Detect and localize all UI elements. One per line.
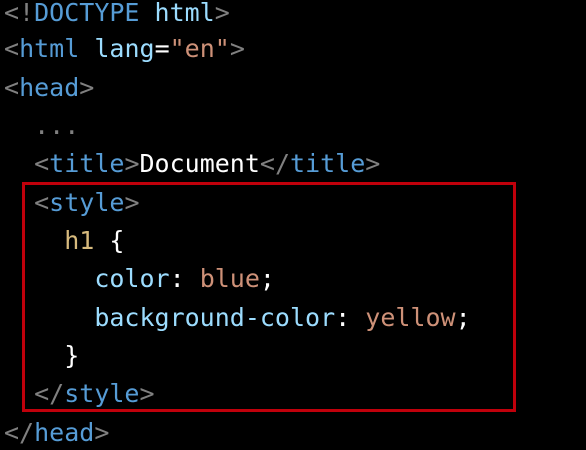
- title-tag-name: title: [49, 149, 125, 178]
- head-open-bracket: <: [4, 73, 20, 102]
- head-end-open-bracket: </: [4, 418, 35, 447]
- html-close-bracket: >: [229, 34, 245, 63]
- doctype-name: html: [154, 0, 215, 27]
- html-tag-name: html: [19, 34, 80, 63]
- head-tag-name: head: [19, 73, 80, 102]
- doctype-close: >: [214, 0, 230, 27]
- html-lang-value: "en": [169, 34, 230, 63]
- doctype-open: <!: [4, 0, 35, 27]
- code-line-ellipsis: ...: [4, 107, 79, 145]
- code-line-head-open: <head>: [4, 69, 94, 107]
- code-line-head-close: </head>: [4, 414, 109, 450]
- title-end-tag-name: title: [290, 149, 366, 178]
- title-open-bracket: <: [34, 149, 50, 178]
- head-end-tag-name: head: [34, 418, 95, 447]
- code-line-title: <title>Document</title>: [4, 145, 380, 183]
- html-open-bracket: <: [4, 34, 20, 63]
- head-end-close-bracket: >: [94, 418, 110, 447]
- title-open-close-bracket: >: [124, 149, 140, 178]
- title-end-open-bracket: </: [259, 149, 291, 178]
- code-editor[interactable]: <!DOCTYPE html> <html lang="en"> <head> …: [0, 0, 586, 450]
- doctype-keyword: DOCTYPE: [34, 0, 140, 27]
- ellipsis: ...: [34, 111, 80, 140]
- title-end-close-bracket: >: [365, 149, 381, 178]
- code-line-doctype: <!DOCTYPE html>: [4, 0, 230, 32]
- html-attr-eq: =: [154, 34, 170, 63]
- head-close-bracket: >: [79, 73, 95, 102]
- highlight-box: [22, 182, 516, 412]
- title-text: Document: [139, 149, 260, 178]
- code-line-html-open: <html lang="en">: [4, 30, 245, 68]
- html-lang-attr: lang: [94, 34, 155, 63]
